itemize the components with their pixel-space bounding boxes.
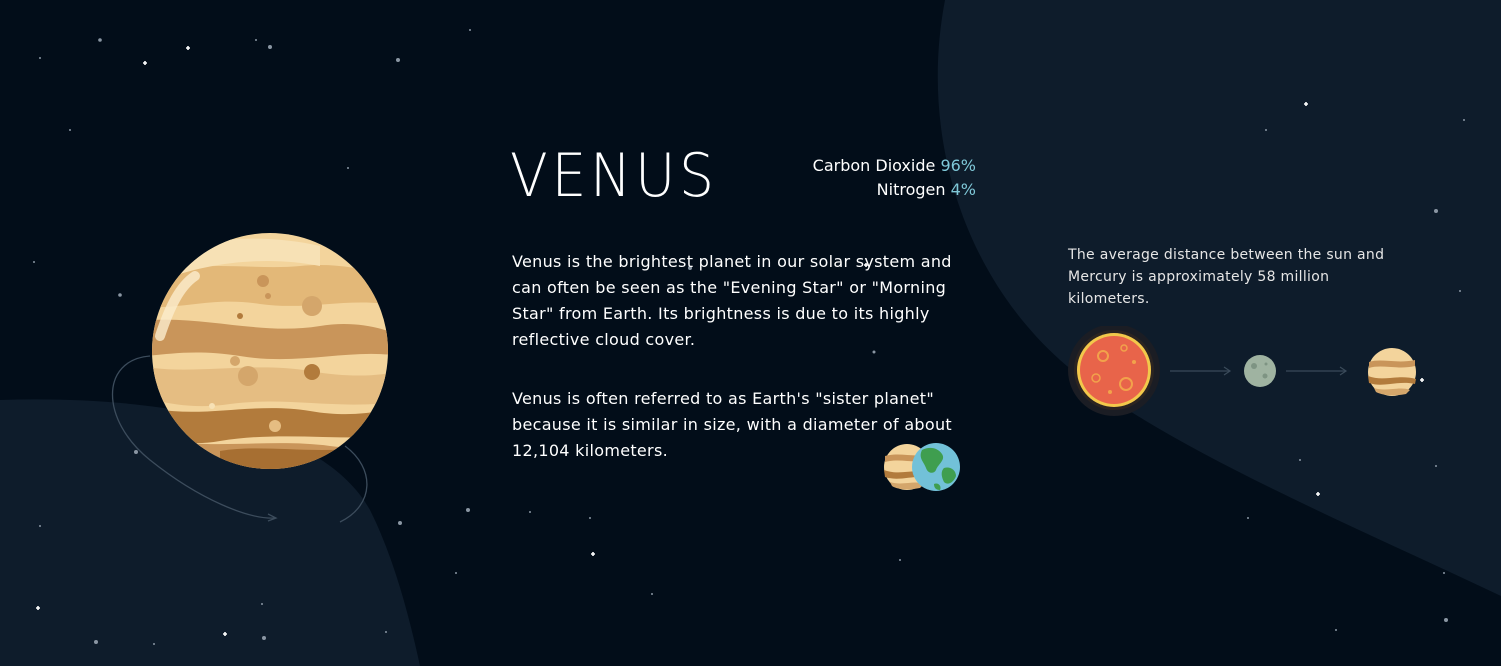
planet-title: VENUS [510, 141, 718, 211]
sun-mercury-distance-graphic [1068, 326, 1416, 416]
gas-name: Nitrogen [876, 180, 946, 199]
composition-list: Carbon Dioxide 96% Nitrogen 4% [760, 154, 976, 202]
description-paragraph: Venus is the brightest planet in our sol… [512, 252, 952, 349]
venus-planet-icon [152, 233, 388, 469]
composition-item-nitrogen: Nitrogen 4% [760, 178, 976, 202]
gas-percent: 96% [940, 156, 976, 175]
arrow-sun-to-mercury [1170, 366, 1232, 376]
earth-planet-icon [912, 443, 960, 491]
distance-description: The average distance between the sun and… [1068, 247, 1385, 307]
gas-name: Carbon Dioxide [812, 156, 936, 175]
sun-icon [1068, 326, 1160, 416]
mercury-planet-icon [1244, 355, 1276, 387]
arrow-mercury-to-venus [1286, 366, 1348, 376]
composition-item-carbon-dioxide: Carbon Dioxide 96% [760, 154, 976, 178]
venus-earth-comparison [884, 443, 960, 491]
gas-percent: 4% [950, 180, 976, 199]
venus-small-icon [1368, 348, 1416, 396]
